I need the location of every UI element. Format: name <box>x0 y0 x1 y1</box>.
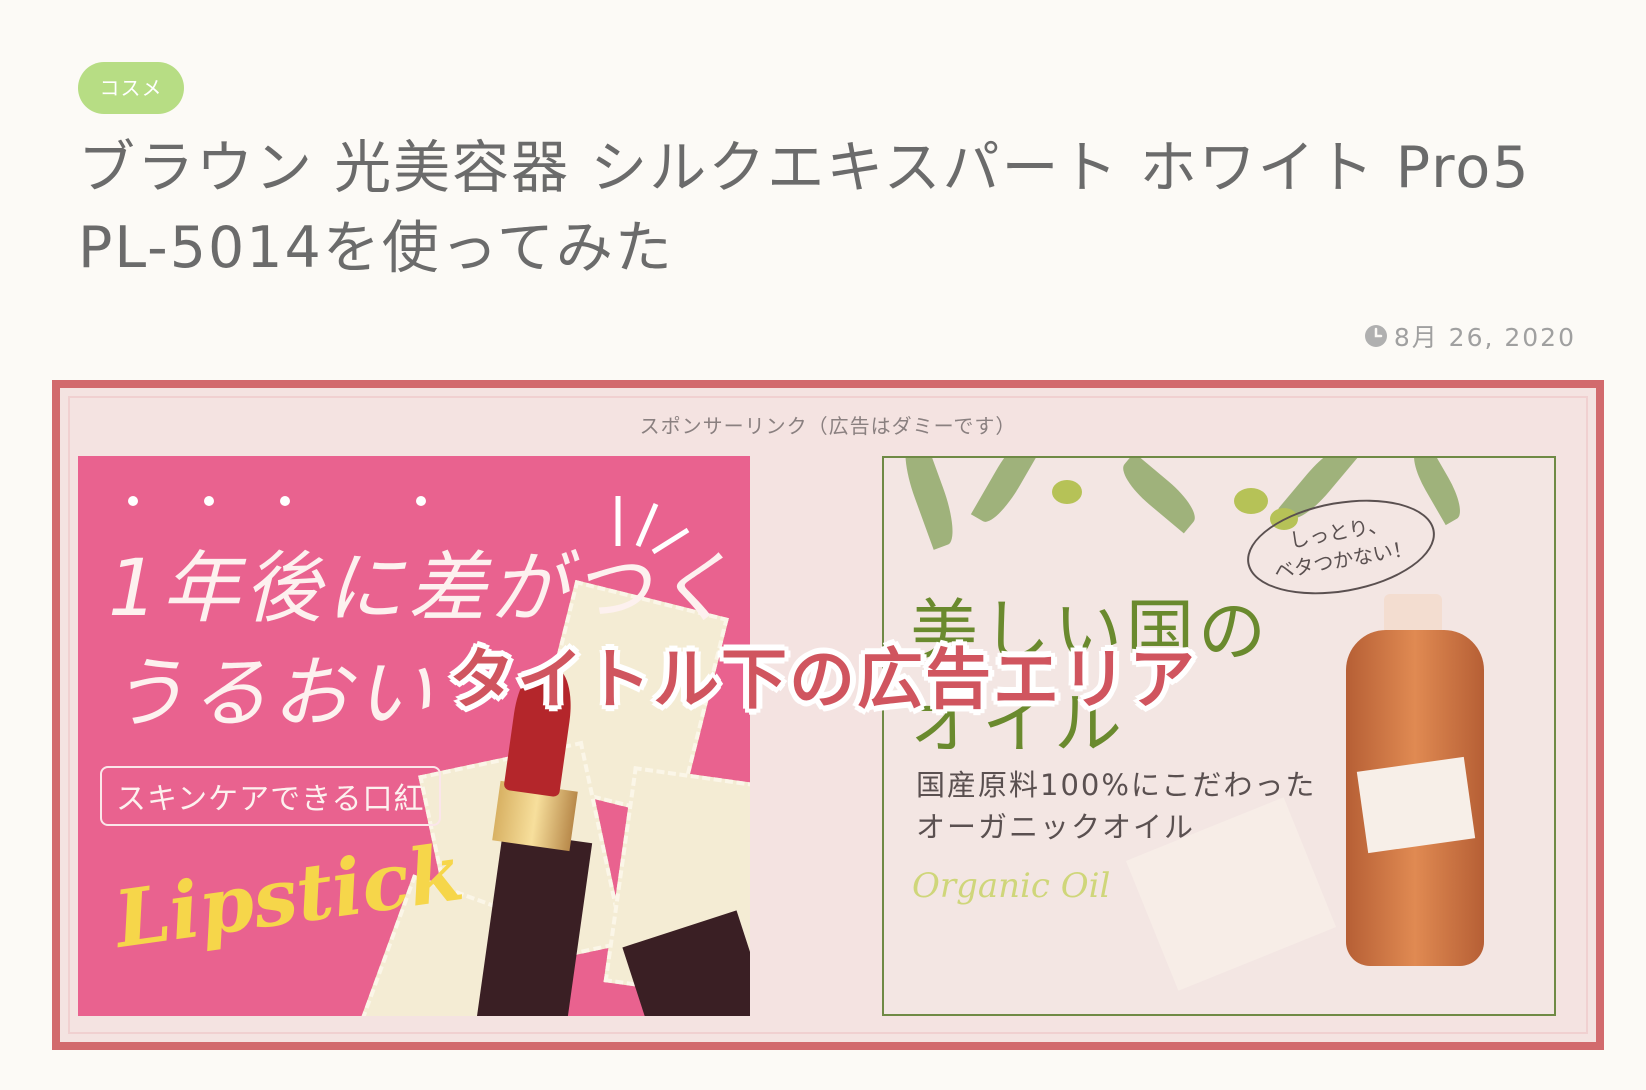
olive-fruit <box>1234 488 1268 514</box>
post-date-text: 8月 26, 2020 <box>1393 323 1576 352</box>
ad-left-headline-2: うるおい <box>108 649 437 739</box>
ad-right-subtext-1: 国産原料100%にこだわった <box>916 768 1317 802</box>
post-title: ブラウン 光美容器 シルクエキスパート ホワイト Pro5 PL-5014を使っ… <box>78 135 1531 281</box>
ad-banner-organic-oil[interactable]: しっとり、 ベタつかない！ 美しい国の オイル 国産原料100%にこだわった オ… <box>882 456 1556 1016</box>
ad-banner-lipstick[interactable]: 1年後に差がつく うるおい スキンケアできる口紅 Lipstick <box>78 456 750 1016</box>
ad-right-script-text: Organic Oil <box>912 866 1111 906</box>
ad-right-subtext: 国産原料100%にこだわった オーガニックオイル <box>916 764 1316 848</box>
olive-leaf <box>1114 458 1204 534</box>
ad-left-boxed-text: スキンケアできる口紅 <box>100 766 441 826</box>
olive-fruit <box>1052 480 1082 504</box>
ad-right-headline-1: 美しい国の <box>910 593 1271 672</box>
post-date: 8月 26, 2020 <box>1364 318 1576 354</box>
clock-icon <box>1364 324 1388 348</box>
ad-left-headline-1: 1年後に差がつく <box>108 544 736 634</box>
ad-right-subtext-2: オーガニックオイル <box>916 810 1196 844</box>
olive-leaf <box>896 458 962 550</box>
sponsor-label: スポンサーリンク（広告はダミーです） <box>639 414 1017 438</box>
ad-area-frame: スポンサーリンク（広告はダミーです） 1年後に差がつく うるおい スキンケアでき… <box>52 380 1604 1050</box>
olive-leaf <box>970 458 1046 529</box>
ad-right-headline-2: オイル <box>910 685 1127 764</box>
category-badge[interactable]: コスメ <box>78 62 184 114</box>
ad-right-speech-bubble: しっとり、 ベタつかない！ <box>1239 486 1443 608</box>
oil-bottle-label <box>1356 756 1476 854</box>
